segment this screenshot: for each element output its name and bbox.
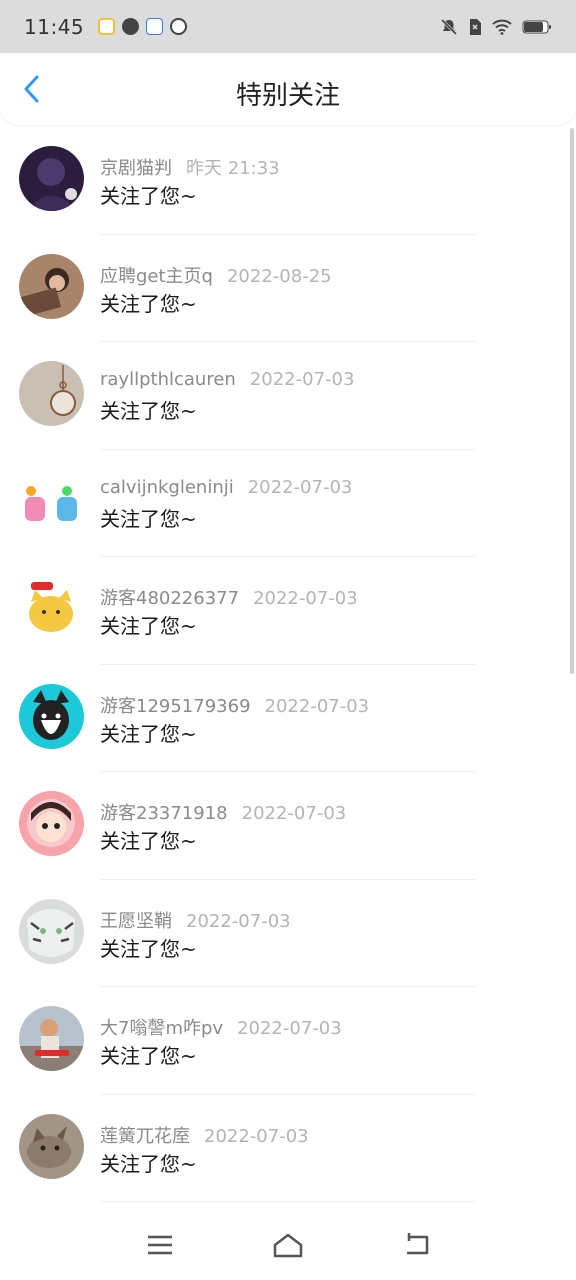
user-name[interactable]: 游客480226377 (100, 588, 239, 609)
battery-icon (522, 20, 551, 33)
follow-message: 关注了您~ (100, 506, 197, 531)
follow-message: 关注了您~ (100, 1151, 197, 1176)
status-bar: 11:45 (0, 0, 576, 53)
wifi-icon (492, 19, 512, 35)
follow-message: 关注了您~ (100, 399, 197, 423)
avatar[interactable] (19, 791, 84, 856)
scrollbar[interactable] (570, 128, 574, 674)
divider (100, 1201, 476, 1202)
follow-date: 昨天 21:33 (186, 158, 280, 179)
avatar[interactable] (19, 1006, 84, 1071)
user-name[interactable]: 京剧猫判 (100, 158, 172, 179)
list-item[interactable]: 京剧猫判 昨天 21:33 关注了您~ (0, 127, 576, 235)
list-item[interactable]: rayllpthlcauren 2022-07-03 关注了您~ (0, 342, 576, 450)
notification-app-icon (98, 18, 116, 35)
clock-app-icon (122, 18, 140, 35)
follow-message: 关注了您~ (100, 614, 197, 638)
user-name[interactable]: 游客1295179369 (100, 696, 251, 717)
back-icon (407, 1233, 429, 1255)
avatar[interactable] (19, 361, 84, 426)
follow-date: 2022-07-03 (253, 588, 358, 609)
follow-date: 2022-07-03 (204, 1125, 309, 1147)
avatar[interactable] (19, 253, 84, 319)
user-name[interactable]: calvijnkgleninji (100, 477, 234, 498)
home-button[interactable] (268, 1228, 308, 1262)
follow-message: 关注了您~ (100, 936, 197, 961)
follow-message: 关注了您~ (100, 291, 197, 316)
list-item[interactable]: 游客1295179369 2022-07-03 关注了您~ (0, 665, 576, 772)
mute-icon (440, 18, 458, 35)
follow-date: 2022-07-03 (247, 476, 353, 498)
status-time: 11:45 (24, 14, 85, 39)
follow-date: 2022-07-03 (249, 369, 355, 390)
follow-date: 2022-08-25 (226, 265, 332, 287)
follower-list: 京剧猫判 昨天 21:33 关注了您~ 应聘get主页q 2022-08-25 关注… (0, 127, 576, 1202)
follow-message: 关注了您~ (100, 721, 197, 746)
bank-app-icon (146, 18, 164, 35)
avatar[interactable] (19, 683, 84, 749)
status-system-icons (440, 18, 552, 36)
user-name[interactable]: 莲簧兀花庢 (100, 1126, 190, 1147)
user-name[interactable]: 应聘get主页q (100, 266, 213, 287)
user-name[interactable]: 大7嗡謦m咋pv (100, 1018, 223, 1039)
follow-date: 2022-07-03 (241, 803, 347, 824)
list-item[interactable]: 游客480226377 2022-07-03 关注了您~ (0, 557, 576, 665)
header: 特别关注 (0, 53, 576, 125)
menu-button[interactable] (140, 1228, 180, 1262)
follow-message: 关注了您~ (100, 1044, 197, 1068)
list-item[interactable]: calvijnkgleninji 2022-07-03 关注了您~ (0, 450, 576, 557)
page-title: 特别关注 (235, 81, 340, 111)
avatar[interactable] (19, 468, 84, 534)
sim-icon (470, 18, 481, 35)
user-name[interactable]: 游客23371918 (100, 803, 228, 824)
list-item[interactable]: 王愿坚鞘 2022-07-03 关注了您~ (0, 880, 576, 987)
user-name[interactable]: 王愿坚鞘 (100, 911, 172, 932)
follow-message: 关注了您~ (100, 829, 197, 853)
avatar[interactable] (19, 898, 84, 964)
follow-message: 关注了您~ (100, 184, 197, 208)
follow-date: 2022-07-03 (237, 1018, 342, 1039)
list-item[interactable]: 游客23371918 2022-07-03 关注了您~ (0, 772, 576, 880)
cat-app-icon (170, 18, 188, 35)
system-nav-bar (0, 1210, 576, 1280)
follow-date: 2022-07-03 (186, 910, 291, 932)
follow-date: 2022-07-03 (264, 695, 370, 717)
status-app-icons (98, 18, 188, 35)
list-item[interactable]: 莲簧兀花庢 2022-07-03 关注了您~ (0, 1095, 576, 1202)
user-name[interactable]: rayllpthlcauren (100, 369, 236, 390)
home-icon (273, 1233, 303, 1258)
menu-icon (148, 1235, 172, 1255)
back-nav-button[interactable] (396, 1228, 436, 1262)
avatar[interactable] (19, 1113, 84, 1179)
list-item[interactable]: 大7嗡謦m咋pv 2022-07-03 关注了您~ (0, 987, 576, 1095)
avatar[interactable] (19, 146, 84, 211)
list-item[interactable]: 应聘get主页q 2022-08-25 关注了您~ (0, 235, 576, 342)
avatar[interactable] (19, 576, 84, 641)
